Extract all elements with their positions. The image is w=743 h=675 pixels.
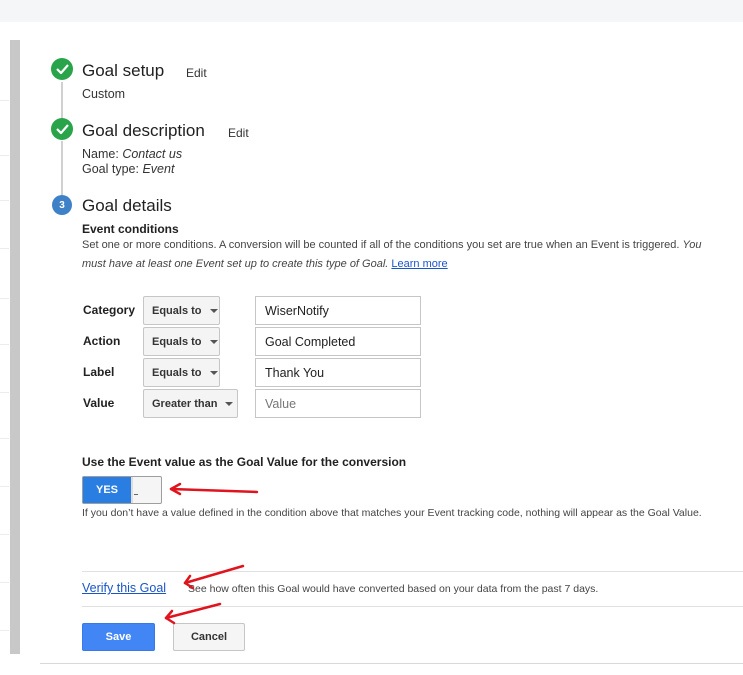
red-arrow-icon — [164, 482, 259, 625]
